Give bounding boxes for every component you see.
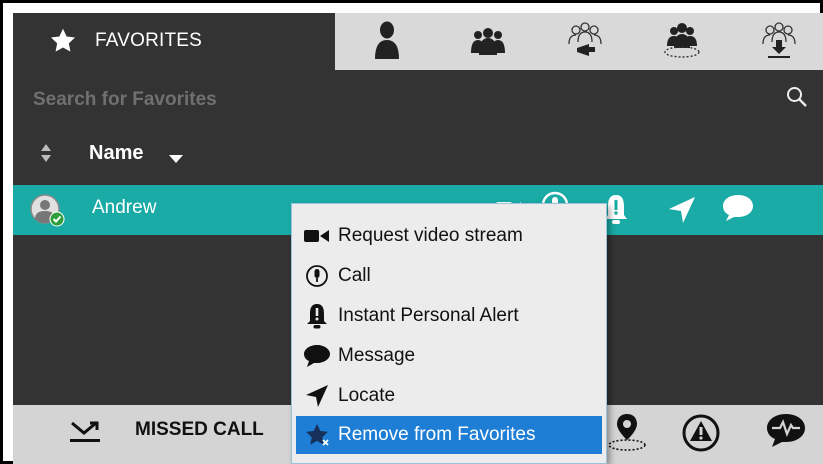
tab-favorites-label: FAVORITES (95, 30, 203, 51)
menu-item-remove-favorites[interactable]: Remove from Favorites (296, 416, 602, 454)
remove-star-icon (296, 422, 338, 448)
tab-favorites[interactable]: FAVORITES (13, 13, 335, 70)
person-icon (374, 21, 400, 66)
chat-bubble-icon[interactable] (721, 193, 755, 228)
list-header: Name (13, 131, 823, 177)
tab-bar: FAVORITES (13, 13, 823, 70)
search-bar (13, 73, 823, 125)
locate-arrow-icon (296, 384, 338, 408)
missed-call-icon[interactable] (68, 419, 102, 452)
sort-icon[interactable] (40, 143, 52, 168)
menu-item-instant-alert[interactable]: Instant Personal Alert (296, 297, 602, 335)
avatar-icon (30, 194, 66, 233)
menu-item-label: Instant Personal Alert (338, 305, 519, 326)
missed-call-label[interactable]: MISSED CALL (135, 419, 264, 441)
search-input[interactable] (31, 85, 735, 115)
location-pin-icon[interactable] (605, 410, 649, 459)
menu-item-call[interactable]: Call (296, 257, 602, 295)
area-group-icon (662, 22, 702, 65)
menu-item-label: Remove from Favorites (338, 424, 536, 445)
tab-contacts[interactable] (361, 21, 413, 65)
locate-arrow-icon[interactable] (668, 196, 696, 229)
menu-item-label: Message (338, 345, 416, 366)
menu-item-label: Locate (338, 385, 396, 406)
contact-name: Andrew (92, 197, 157, 218)
menu-item-locate[interactable]: Locate (296, 377, 602, 415)
tab-download[interactable] (753, 21, 805, 65)
bell-alert-icon (296, 303, 338, 329)
chat-bubble-icon (296, 344, 338, 368)
context-menu: Request video stream Call Instant Person… (291, 203, 607, 464)
menu-item-label: Call (338, 265, 371, 286)
search-icon[interactable] (785, 85, 809, 114)
menu-item-message[interactable]: Message (296, 337, 602, 375)
star-icon (48, 27, 78, 60)
download-group-icon (759, 21, 799, 65)
emergency-alert-icon[interactable] (681, 413, 721, 458)
column-header-name[interactable]: Name (89, 142, 143, 165)
broadcast-group-icon (565, 21, 605, 65)
group-icon (470, 27, 506, 60)
caret-down-icon[interactable] (169, 151, 183, 169)
heartbeat-message-icon[interactable] (764, 411, 808, 456)
menu-item-request-video[interactable]: Request video stream (296, 217, 602, 255)
video-camera-icon (296, 228, 338, 244)
tab-area-group[interactable] (656, 21, 708, 65)
tab-groups[interactable] (462, 21, 514, 65)
microphone-icon (296, 264, 338, 288)
menu-item-label: Request video stream (338, 225, 523, 246)
tab-broadcast[interactable] (559, 21, 611, 65)
